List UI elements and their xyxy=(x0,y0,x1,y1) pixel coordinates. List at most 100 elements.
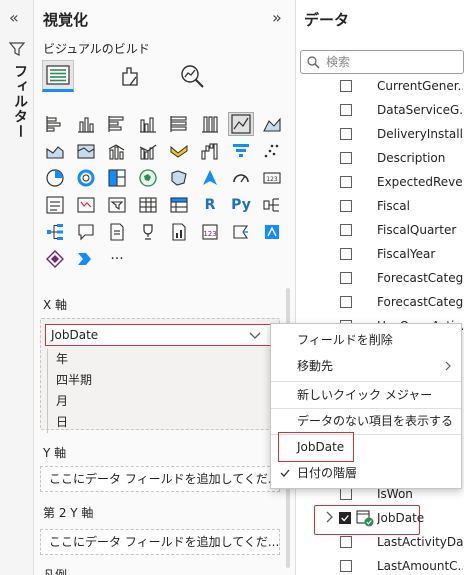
100-bar-chart-icon[interactable] xyxy=(166,112,192,136)
stacked-bar-chart-icon[interactable] xyxy=(42,112,68,136)
line-chart-icon[interactable] xyxy=(228,112,254,136)
search-input[interactable] xyxy=(326,55,456,69)
field-checkbox[interactable] xyxy=(340,560,352,572)
ribbon-chart-icon[interactable] xyxy=(166,139,192,163)
kpi-icon[interactable] xyxy=(73,193,99,217)
field-row[interactable]: FiscalQuarter xyxy=(296,218,464,242)
field-row[interactable]: DeliveryInstall... xyxy=(296,122,464,146)
menu-item-new-quick-measure[interactable]: 新しいクイック メジャー xyxy=(271,382,461,408)
field-checkbox[interactable] xyxy=(340,128,352,140)
field-checkbox[interactable] xyxy=(340,152,352,164)
pie-chart-icon[interactable] xyxy=(42,166,68,190)
menu-item-jobdate[interactable]: JobDate xyxy=(271,434,461,460)
waterfall-chart-icon[interactable] xyxy=(197,139,223,163)
tab-analytics[interactable] xyxy=(176,60,208,92)
slicer-icon[interactable] xyxy=(104,193,130,217)
field-row[interactable]: ForecastCateg... xyxy=(296,290,464,314)
field-row[interactable]: FiscalYear xyxy=(296,242,464,266)
field-row[interactable]: ForecastCateg... xyxy=(296,266,464,290)
100-column-chart-icon[interactable] xyxy=(197,112,223,136)
r-visual-icon[interactable]: R xyxy=(197,193,223,217)
azure-map-icon[interactable] xyxy=(197,166,223,190)
table-icon[interactable] xyxy=(135,193,161,217)
field-checkbox[interactable] xyxy=(340,176,352,188)
line-clustered-column-icon[interactable] xyxy=(135,139,161,163)
azure-visual-icon[interactable] xyxy=(259,220,285,244)
field-checkbox[interactable] xyxy=(340,104,352,116)
data-search-box[interactable] xyxy=(300,50,464,74)
qa-visual-icon[interactable] xyxy=(73,220,99,244)
field-checkbox[interactable] xyxy=(340,200,352,212)
menu-item-move-to[interactable]: 移動先 xyxy=(271,353,461,379)
collapse-visualizations-icon[interactable]: » xyxy=(272,10,282,26)
y-axis-well[interactable]: ここにデータ フィールドを追加してくだ... xyxy=(40,466,280,492)
secondary-y-axis-well[interactable]: ここにデータ フィールドを追加してくだ... xyxy=(40,529,280,555)
filter-pane-collapsed[interactable]: « フィルター xyxy=(0,0,34,575)
clustered-bar-chart-icon[interactable] xyxy=(104,112,130,136)
x-axis-field-jobdate[interactable]: JobDate xyxy=(45,324,275,346)
x-axis-field-label: JobDate xyxy=(51,328,99,342)
chevron-down-icon[interactable] xyxy=(248,330,262,340)
menu-item-date-hierarchy[interactable]: 日付の階層 xyxy=(271,460,461,486)
area-chart-icon[interactable] xyxy=(259,112,285,136)
multi-row-card-icon[interactable] xyxy=(42,193,68,217)
legend-title: 凡例 xyxy=(43,568,68,575)
field-checkbox[interactable] xyxy=(340,248,352,260)
100-stacked-area-chart-icon[interactable] xyxy=(73,139,99,163)
field-checkbox[interactable] xyxy=(340,296,352,308)
treemap-icon[interactable] xyxy=(104,166,130,190)
x-axis-well[interactable]: JobDate 年 四半期 月 日 xyxy=(40,318,280,433)
matrix-icon[interactable] xyxy=(166,193,192,217)
power-apps-diamond-icon[interactable] xyxy=(42,247,68,271)
field-row[interactable]: DataServiceG... xyxy=(296,98,464,122)
filled-map-icon[interactable] xyxy=(166,166,192,190)
field-row[interactable]: ExpectedReve... xyxy=(296,170,464,194)
card-icon[interactable]: 123 xyxy=(259,166,285,190)
funnel-chart-icon[interactable] xyxy=(228,139,254,163)
goals-trophy-icon[interactable] xyxy=(135,220,161,244)
secondary-y-axis-title: 第 2 Y 軸 xyxy=(43,506,94,520)
data-title: データ xyxy=(304,11,350,29)
field-checkbox-checked[interactable] xyxy=(339,512,351,524)
hierarchy-level-year[interactable]: 年 xyxy=(56,349,147,370)
hierarchy-level-month[interactable]: 月 xyxy=(56,391,147,412)
field-checkbox[interactable] xyxy=(340,488,352,500)
menu-item-show-items-no-data[interactable]: データのない項目を表示する xyxy=(271,408,461,434)
field-row-lastamountc[interactable]: LastAmountC... xyxy=(296,554,464,575)
clustered-column-chart-icon[interactable] xyxy=(135,112,161,136)
stacked-area-chart-icon[interactable] xyxy=(42,139,68,163)
paginated-report-icon[interactable] xyxy=(166,220,192,244)
hierarchy-level-day[interactable]: 日 xyxy=(56,412,147,433)
field-context-menu: フィールドを削除 移動先 新しいクイック メジャー データのない項目を表示する … xyxy=(270,323,462,489)
field-row[interactable]: Fiscal xyxy=(296,194,464,218)
more-visuals-icon[interactable]: ··· xyxy=(104,247,130,271)
field-row-jobdate[interactable]: JobDate xyxy=(296,506,464,530)
line-stacked-column-icon[interactable] xyxy=(104,139,130,163)
field-checkbox[interactable] xyxy=(340,80,352,92)
donut-chart-icon[interactable] xyxy=(73,166,99,190)
field-row[interactable]: CurrentGener... xyxy=(296,74,464,98)
tab-build-visual[interactable] xyxy=(42,60,74,92)
power-automate-chevron-icon[interactable] xyxy=(73,247,99,271)
power-apps-icon[interactable]: 123 xyxy=(197,220,223,244)
scatter-chart-icon[interactable] xyxy=(259,139,285,163)
field-checkbox[interactable] xyxy=(340,272,352,284)
tab-format-visual[interactable] xyxy=(114,60,146,92)
decomposition-tree-icon[interactable] xyxy=(42,220,68,244)
menu-item-remove-field[interactable]: フィールドを削除 xyxy=(271,327,461,353)
key-influencers-icon[interactable] xyxy=(259,193,285,217)
calendar-hierarchy-icon xyxy=(356,510,374,527)
field-row-lastactivitydate[interactable]: LastActivityDate xyxy=(296,530,464,554)
python-visual-icon[interactable]: Py xyxy=(228,193,254,217)
smart-narrative-icon[interactable] xyxy=(104,220,130,244)
stacked-column-chart-icon[interactable] xyxy=(73,112,99,136)
field-row[interactable]: Description xyxy=(296,146,464,170)
chevron-right-icon[interactable] xyxy=(324,510,334,524)
map-icon[interactable] xyxy=(135,166,161,190)
field-checkbox[interactable] xyxy=(340,536,352,548)
gauge-icon[interactable] xyxy=(228,166,254,190)
field-checkbox[interactable] xyxy=(340,224,352,236)
hierarchy-level-quarter[interactable]: 四半期 xyxy=(56,370,147,391)
expand-filters-icon[interactable]: « xyxy=(9,10,19,26)
power-automate-icon[interactable] xyxy=(228,220,254,244)
